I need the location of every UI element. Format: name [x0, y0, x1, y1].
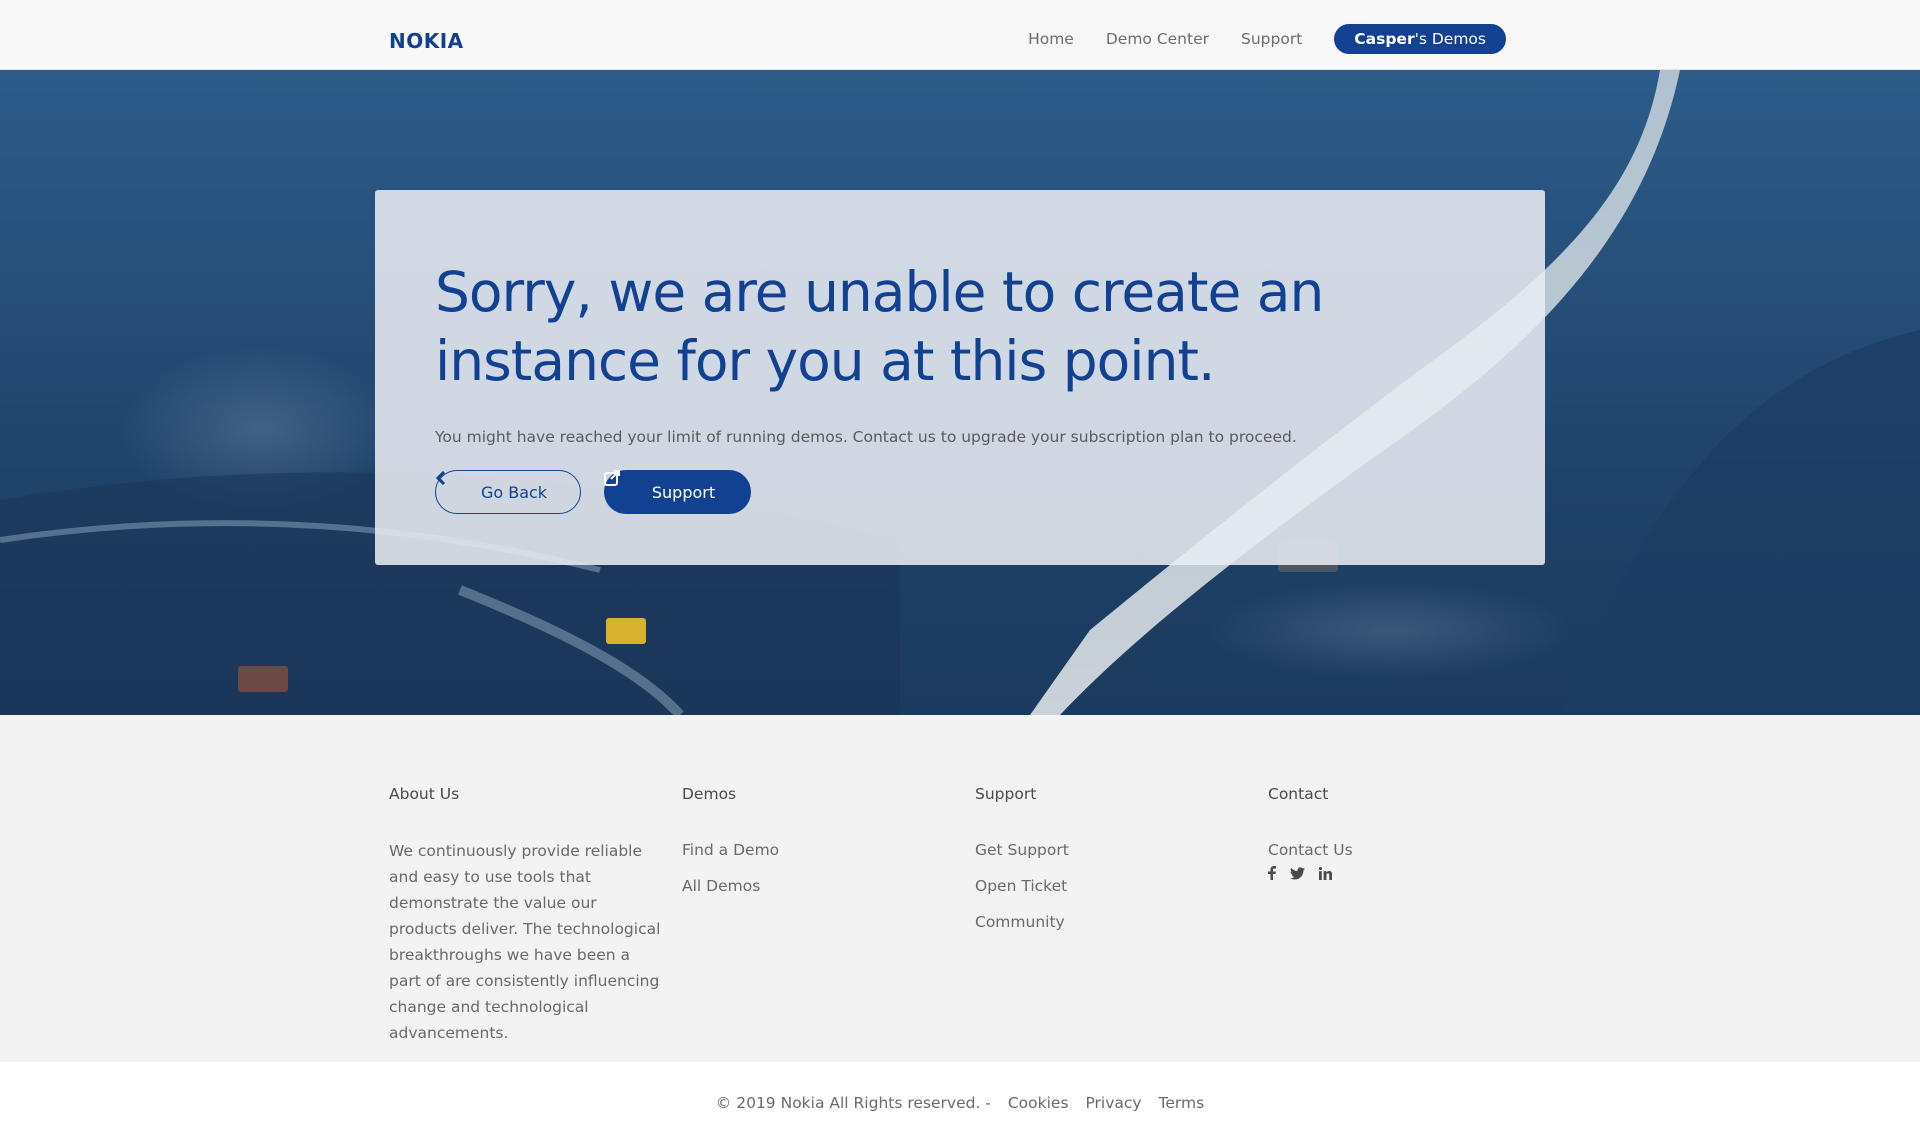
footer-contact-column: Contact Contact Us: [1268, 785, 1548, 880]
main-nav: Home Demo Center Support Casper's Demos: [1028, 24, 1506, 54]
get-support-link[interactable]: Get Support: [975, 838, 1255, 874]
footer-about-column: About Us We continuously provide reliabl…: [389, 785, 669, 1046]
nav-support-link[interactable]: Support: [1241, 30, 1302, 48]
all-demos-link[interactable]: All Demos: [682, 874, 962, 910]
copyright-line: © 2019 Nokia All Rights reserved. - Cook…: [0, 1094, 1920, 1112]
go-back-button[interactable]: Go Back: [435, 470, 581, 514]
user-demos-suffix: 's Demos: [1414, 30, 1486, 48]
user-name: Casper: [1354, 30, 1415, 48]
twitter-icon[interactable]: [1290, 866, 1305, 880]
nav-demo-center-link[interactable]: Demo Center: [1106, 30, 1209, 48]
social-links: [1268, 866, 1548, 880]
terms-link[interactable]: Terms: [1159, 1094, 1205, 1112]
footer-demos-heading: Demos: [682, 785, 737, 803]
user-demos-button[interactable]: Casper's Demos: [1334, 24, 1506, 54]
copyright-text: © 2019 Nokia All Rights reserved. -: [715, 1094, 991, 1112]
hero-section: Sorry, we are unable to create an instan…: [0, 70, 1920, 715]
nav-home-link[interactable]: Home: [1028, 30, 1074, 48]
footer-demos-column: Demos Find a Demo All Demos: [682, 785, 962, 910]
error-message: You might have reached your limit of run…: [435, 428, 1297, 446]
find-a-demo-link[interactable]: Find a Demo: [682, 838, 962, 874]
linkedin-icon[interactable]: [1319, 866, 1332, 880]
facebook-icon[interactable]: [1268, 866, 1276, 880]
copyright-bar: © 2019 Nokia All Rights reserved. - Cook…: [0, 1062, 1920, 1147]
go-back-label: Go Back: [480, 482, 548, 502]
open-ticket-link[interactable]: Open Ticket: [975, 874, 1255, 910]
support-label: Support: [651, 482, 716, 502]
site-footer: About Us We continuously provide reliabl…: [0, 715, 1920, 1062]
error-card: Sorry, we are unable to create an instan…: [375, 190, 1545, 565]
support-button[interactable]: Support: [604, 470, 751, 514]
top-navbar: NOKIA Home Demo Center Support Casper's …: [0, 0, 1920, 70]
community-link[interactable]: Community: [975, 910, 1255, 946]
footer-support-heading: Support: [975, 785, 1037, 803]
footer-about-heading: About Us: [389, 785, 460, 803]
footer-about-text: We continuously provide reliable and eas…: [389, 842, 661, 1042]
footer-support-column: Support Get Support Open Ticket Communit…: [975, 785, 1255, 946]
cookies-link[interactable]: Cookies: [1008, 1094, 1069, 1112]
footer-contact-heading: Contact: [1268, 785, 1329, 803]
nokia-logo[interactable]: NOKIA: [389, 29, 464, 53]
privacy-link[interactable]: Privacy: [1085, 1094, 1141, 1112]
error-title: Sorry, we are unable to create an instan…: [435, 260, 1324, 393]
